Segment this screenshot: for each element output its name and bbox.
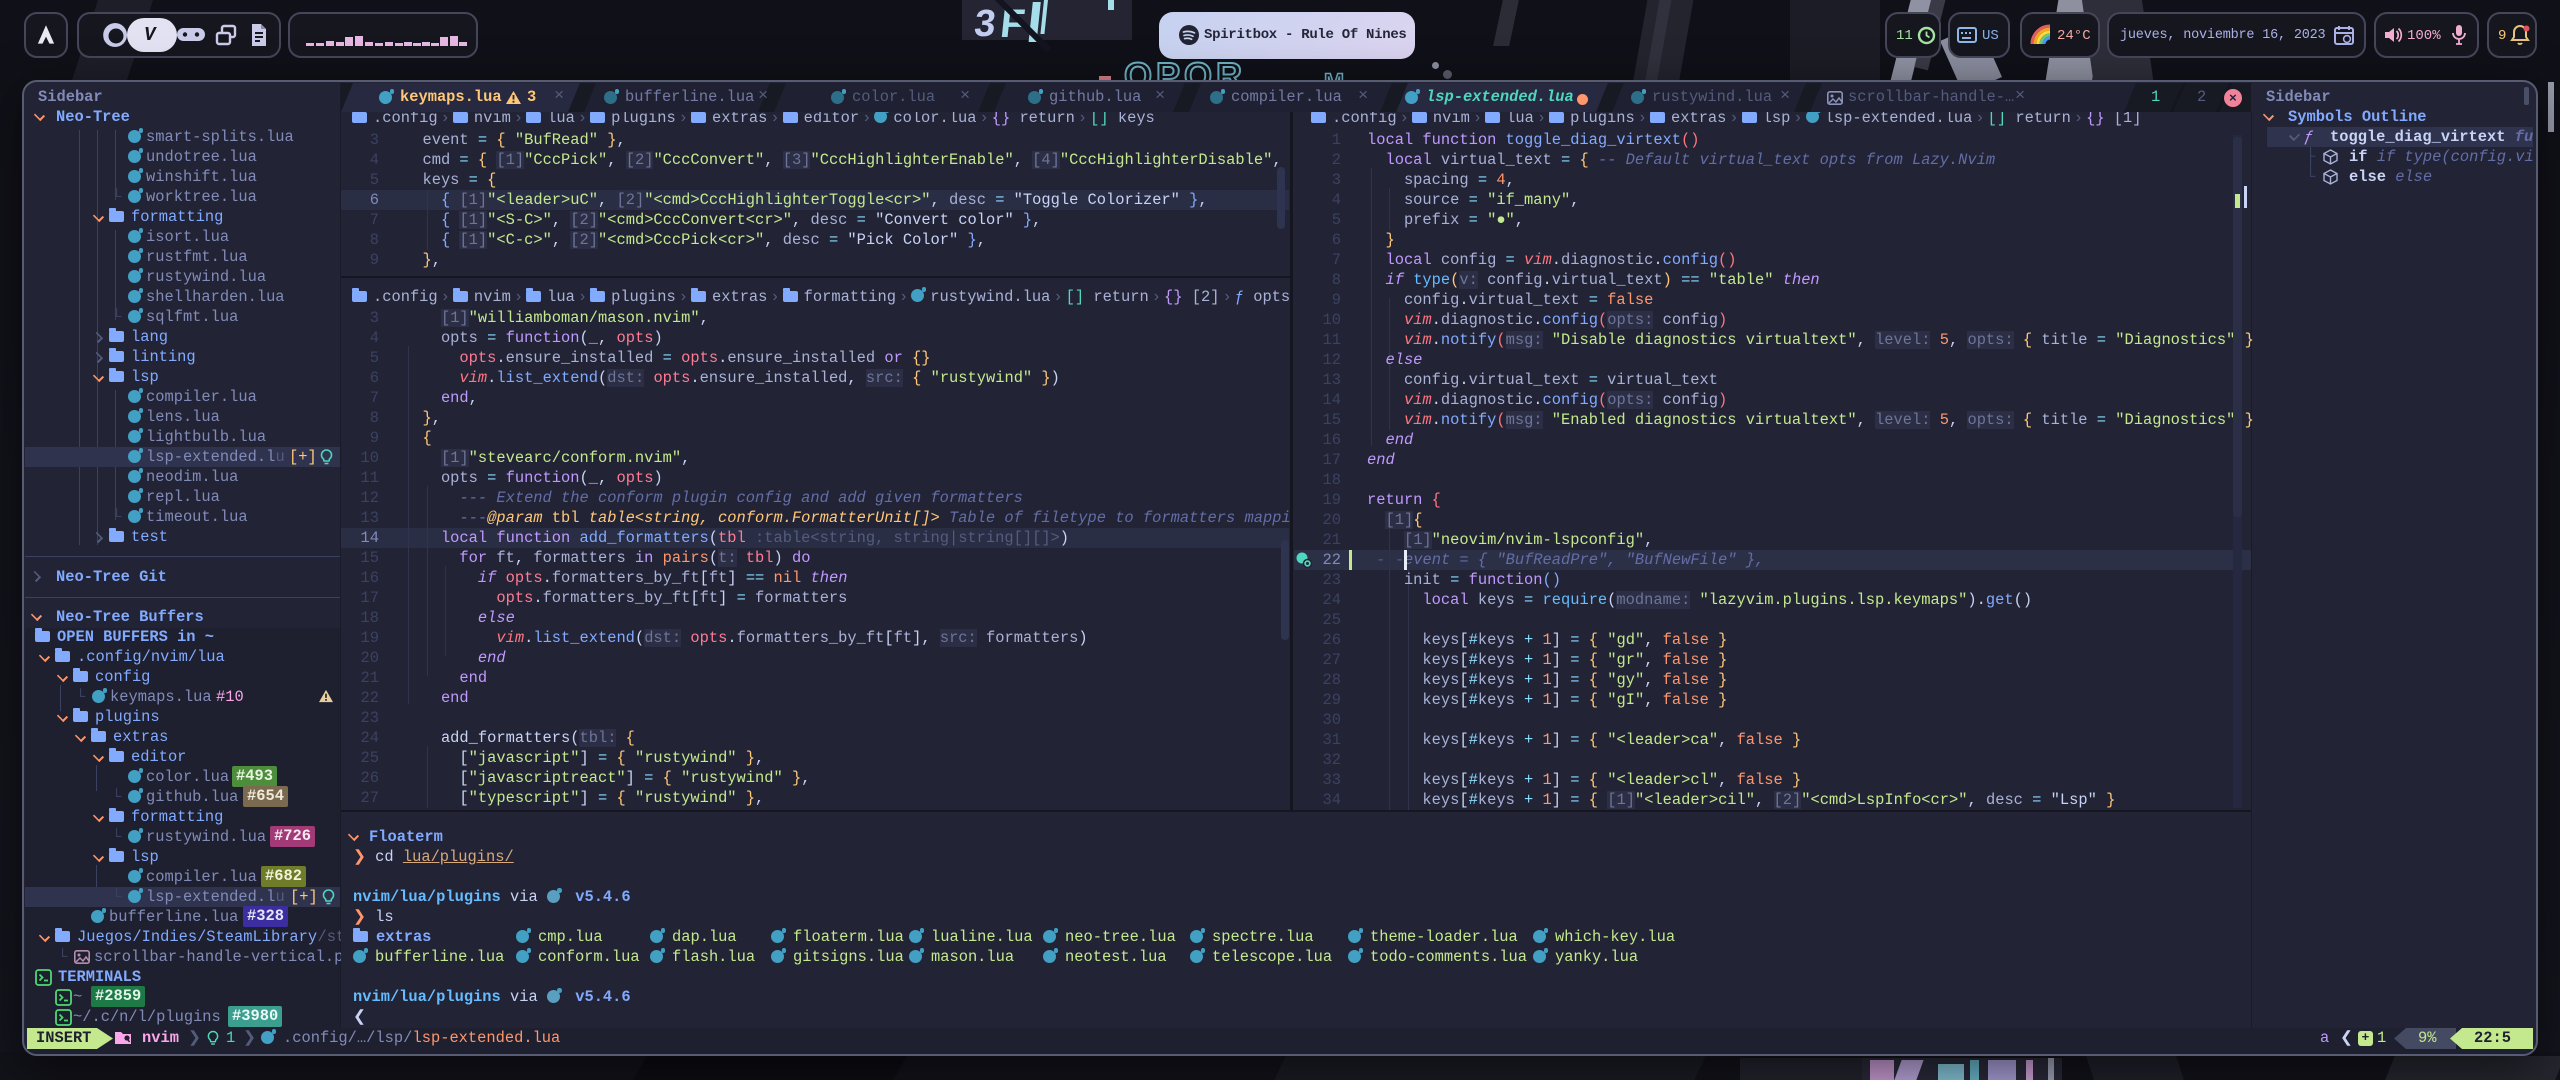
svg-text:3: 3	[972, 3, 998, 45]
